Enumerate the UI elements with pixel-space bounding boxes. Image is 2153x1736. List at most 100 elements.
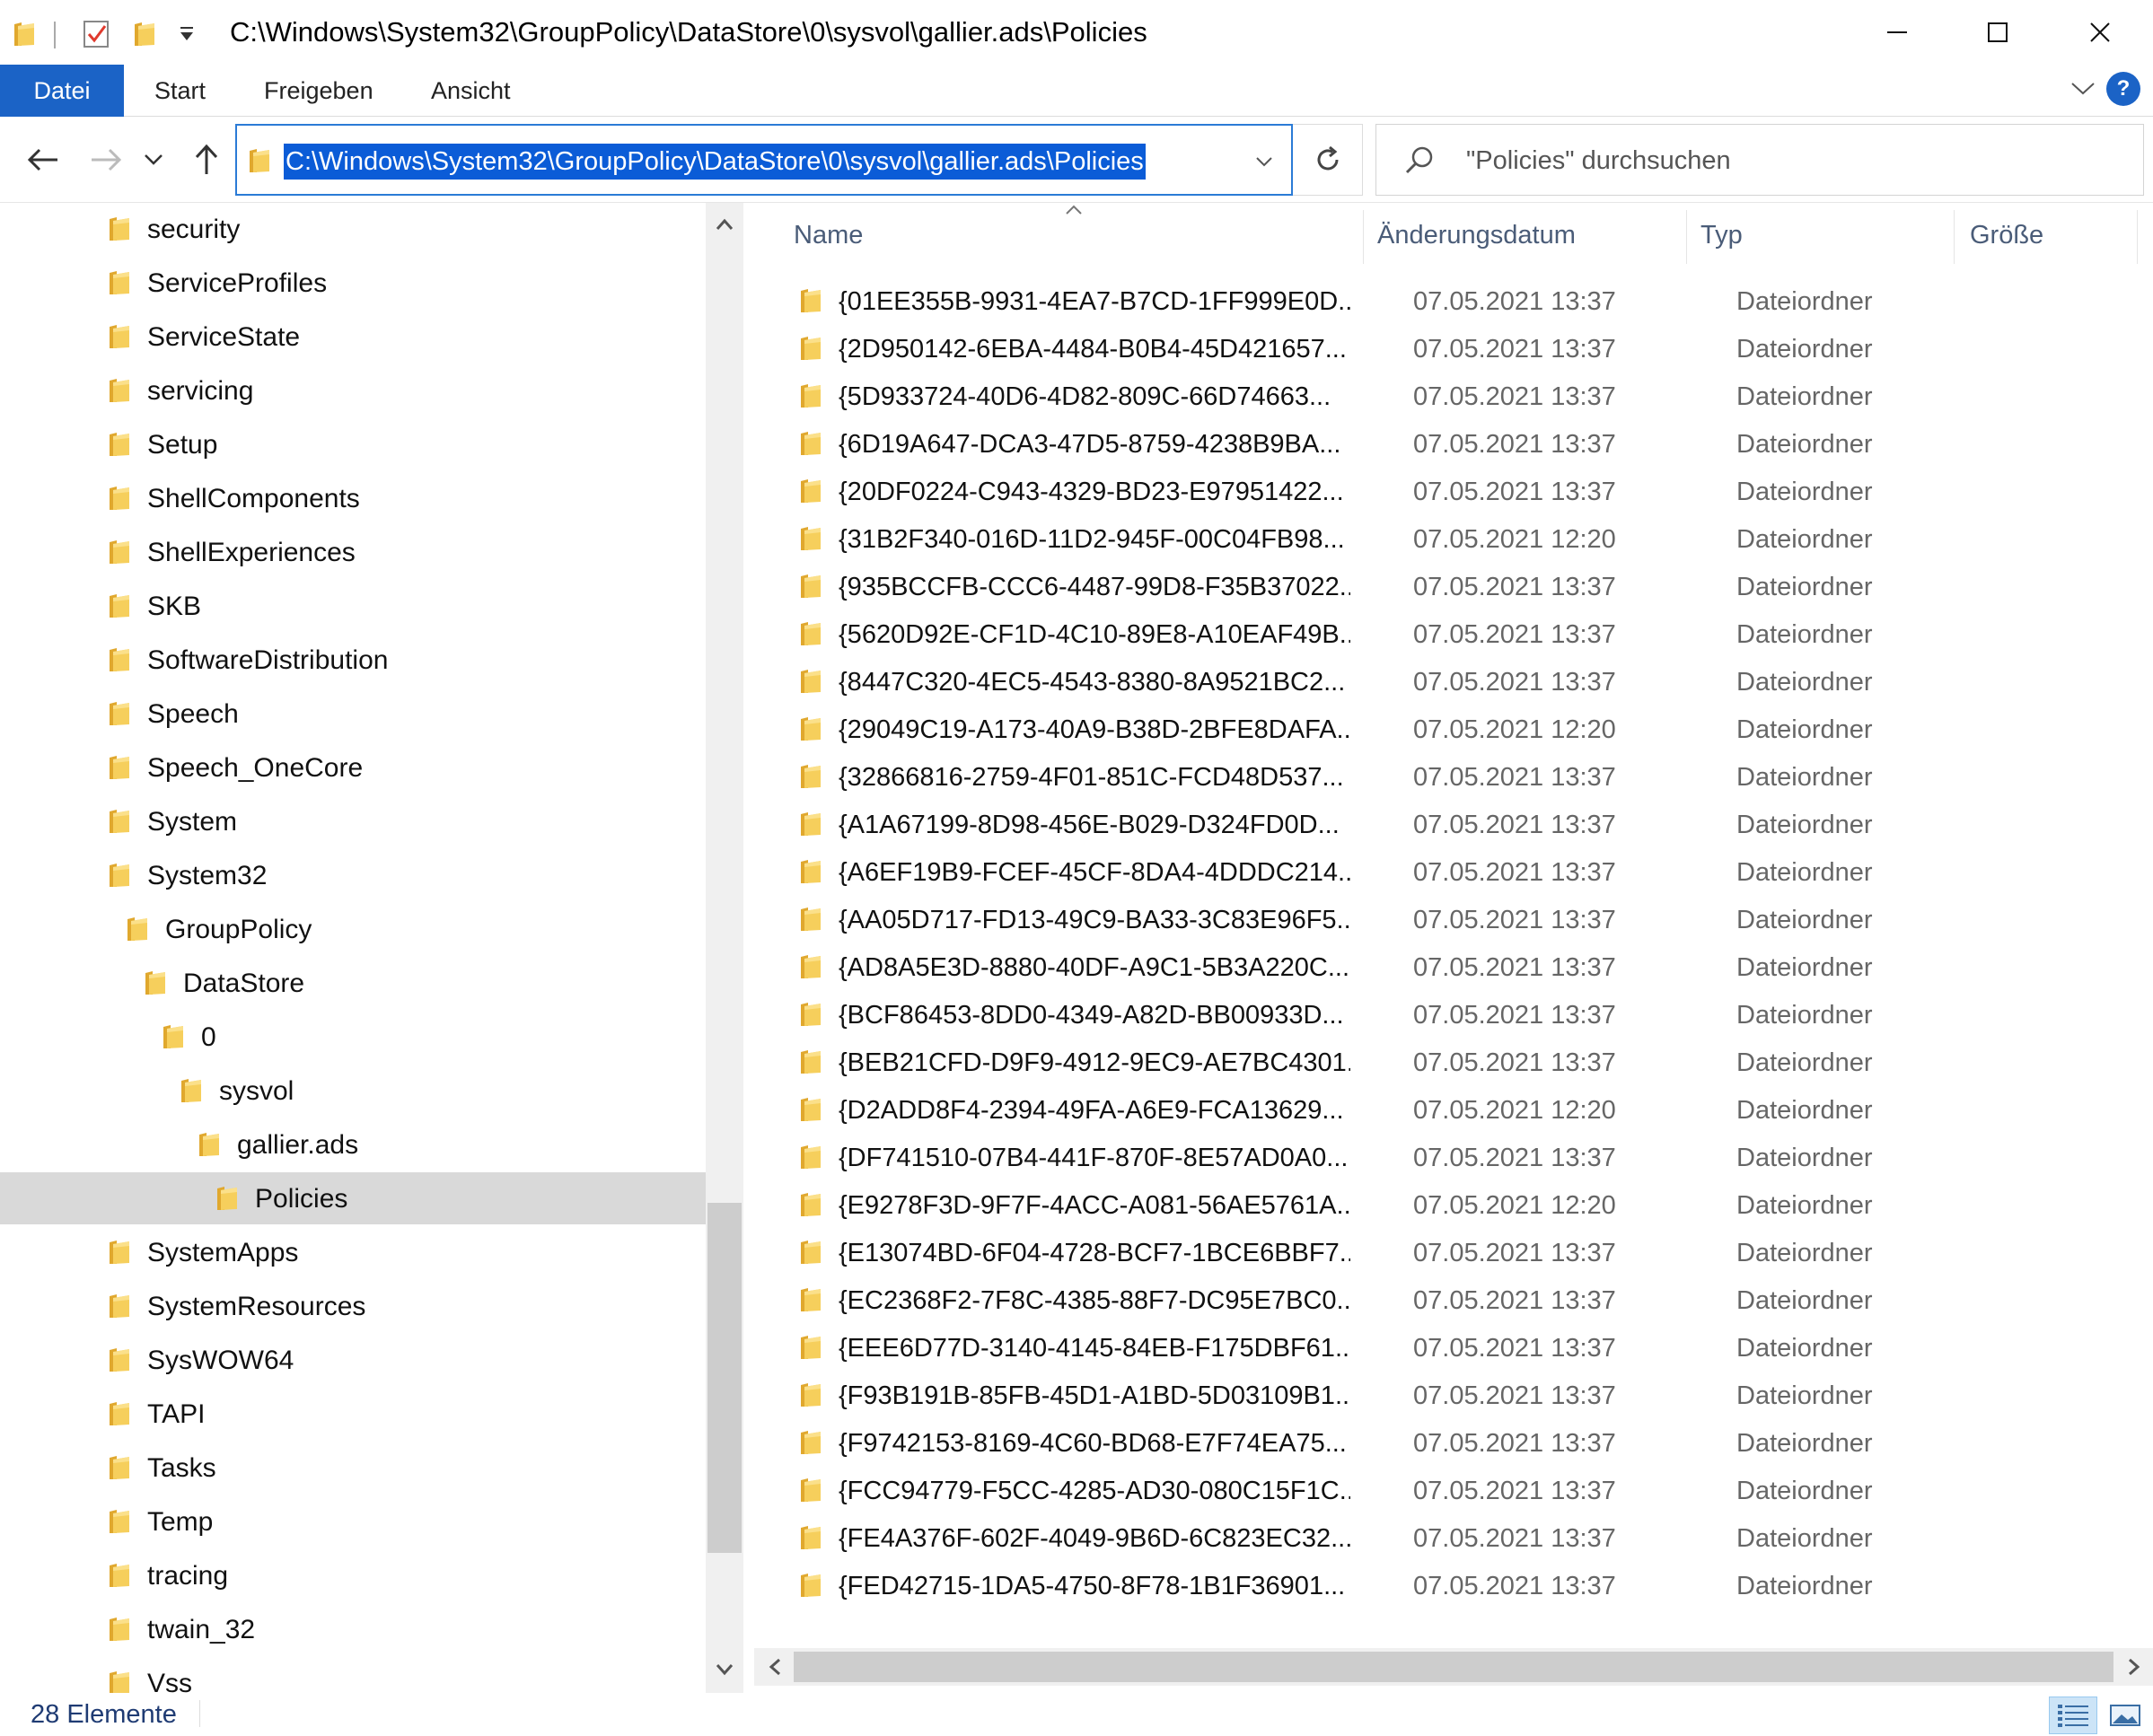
tab-datei[interactable]: Datei bbox=[0, 65, 124, 117]
tree-item[interactable]: ServiceState bbox=[0, 311, 706, 363]
maximize-button[interactable] bbox=[1950, 0, 2045, 65]
tree-item[interactable]: 0 bbox=[0, 1011, 706, 1063]
expand-ribbon-chevron-icon[interactable] bbox=[2069, 74, 2097, 102]
minimize-button[interactable] bbox=[1850, 0, 1945, 65]
tree-item[interactable]: Temp bbox=[0, 1495, 706, 1547]
scroll-left-arrow-icon[interactable] bbox=[756, 1649, 794, 1685]
tree-item[interactable]: System bbox=[0, 795, 706, 847]
navigation-scroll-thumb[interactable] bbox=[707, 1203, 742, 1553]
tree-item[interactable]: Vss bbox=[0, 1657, 706, 1693]
file-row[interactable]: {BCF86453-8DD0-4349-A82D-BB00933D... 07.0… bbox=[790, 992, 2137, 1039]
column-header-name[interactable]: Name bbox=[794, 203, 863, 267]
forward-button[interactable] bbox=[84, 136, 127, 183]
file-row[interactable]: {DF741510-07B4-441F-870F-8E57AD0A0... 07.… bbox=[790, 1135, 2137, 1181]
folder-icon bbox=[799, 620, 822, 647]
new-folder-icon[interactable] bbox=[133, 16, 156, 52]
tree-item[interactable]: DataStore bbox=[0, 957, 706, 1009]
file-row[interactable]: {A6EF19B9-FCEF-45CF-8DA4-4DDDC214... 07.0… bbox=[790, 849, 2137, 896]
file-row[interactable]: {FED42715-1DA5-4750-8F78-1B1F36901... 07.… bbox=[790, 1563, 2137, 1609]
customize-quick-access-icon[interactable] bbox=[178, 16, 196, 52]
large-icons-view-button[interactable] bbox=[2101, 1697, 2149, 1734]
column-divider[interactable] bbox=[1686, 210, 1687, 264]
file-row[interactable]: {AA05D717-FD13-49C9-BA33-3C83E96F5... 07.… bbox=[790, 897, 2137, 943]
file-row[interactable]: {29049C19-A173-40A9-B38D-2BFE8DAFA... 07.… bbox=[790, 706, 2137, 753]
file-row[interactable]: {2D950142-6EBA-4484-B0B4-45D421657... 07.… bbox=[790, 326, 2137, 373]
tree-item[interactable]: SysWOW64 bbox=[0, 1334, 706, 1386]
help-button[interactable]: ? bbox=[2106, 72, 2140, 106]
column-divider[interactable] bbox=[2137, 210, 2138, 264]
file-row[interactable]: {5620D92E-CF1D-4C10-89E8-A10EAF49B... 07.… bbox=[790, 611, 2137, 658]
scroll-right-arrow-icon[interactable] bbox=[2115, 1649, 2153, 1685]
address-dropdown-chevron-icon[interactable] bbox=[1248, 145, 1280, 178]
search-box[interactable]: "Policies" durchsuchen bbox=[1375, 124, 2144, 196]
tab-freigeben[interactable]: Freigeben bbox=[264, 65, 373, 117]
file-row[interactable]: {BEB21CFD-D9F9-4912-9EC9-AE7BC4301... 07.… bbox=[790, 1039, 2137, 1086]
file-row[interactable]: {D2ADD8F4-2394-49FA-A6E9-FCA13629... 07.0… bbox=[790, 1087, 2137, 1134]
file-row[interactable]: {5D933724-40D6-4D82-809C-66D74663... 07.0… bbox=[790, 373, 2137, 420]
properties-icon[interactable] bbox=[81, 16, 113, 52]
file-row[interactable]: {F9742153-8169-4C60-BD68-E7F74EA75... 07.… bbox=[790, 1420, 2137, 1467]
file-row[interactable]: {31B2F340-016D-11D2-945F-00C04FB98... 07.… bbox=[790, 516, 2137, 563]
tree-item[interactable]: Policies bbox=[0, 1172, 706, 1224]
back-button[interactable] bbox=[22, 136, 65, 183]
file-row[interactable]: {AD8A5E3D-8880-40DF-A9C1-5B3A220C... 07.0… bbox=[790, 944, 2137, 991]
column-header-size[interactable]: Größe bbox=[1970, 203, 2043, 267]
tree-item[interactable]: ShellComponents bbox=[0, 472, 706, 524]
tree-item[interactable]: SystemApps bbox=[0, 1226, 706, 1278]
file-row[interactable]: {8447C320-4EC5-4543-8380-8A9521BC2... 07.… bbox=[790, 659, 2137, 706]
file-row[interactable]: {EEE6D77D-3140-4145-84EB-F175DBF61... 07.… bbox=[790, 1325, 2137, 1372]
file-row[interactable]: {A1A67199-8D98-456E-B029-D324FD0D... 07.0… bbox=[790, 802, 2137, 848]
details-view-button[interactable] bbox=[2049, 1697, 2097, 1734]
file-row[interactable]: {E9278F3D-9F7F-4ACC-A081-56AE5761A... 07.… bbox=[790, 1182, 2137, 1229]
scroll-down-arrow-icon[interactable] bbox=[706, 1652, 743, 1688]
tree-item-label: SystemApps bbox=[147, 1238, 299, 1267]
tree-item[interactable]: ShellExperiences bbox=[0, 526, 706, 578]
tree-item[interactable]: System32 bbox=[0, 849, 706, 901]
horizontal-scrollbar[interactable] bbox=[754, 1648, 2153, 1686]
file-row[interactable]: {EC2368F2-7F8C-4385-88F7-DC95E7BC0... 07.… bbox=[790, 1277, 2137, 1324]
tree-item[interactable]: servicing bbox=[0, 364, 706, 416]
tree-item[interactable]: TAPI bbox=[0, 1388, 706, 1440]
horizontal-scroll-thumb[interactable] bbox=[794, 1652, 2113, 1682]
file-row[interactable]: {6D19A647-DCA3-47D5-8759-4238B9BA... 07.0… bbox=[790, 421, 2137, 468]
tab-start[interactable]: Start bbox=[154, 65, 206, 117]
file-row[interactable]: {E13074BD-6F04-4728-BCF7-1BCE6BBF7... 07.… bbox=[790, 1230, 2137, 1276]
column-divider[interactable] bbox=[1363, 210, 1364, 264]
navigation-scrollbar[interactable] bbox=[706, 203, 743, 1693]
file-row[interactable]: {FE4A376F-602F-4049-9B6D-6C823EC32... 07.… bbox=[790, 1515, 2137, 1562]
up-button[interactable] bbox=[185, 136, 228, 183]
file-row[interactable]: {32866816-2759-4F01-851C-FCD48D537... 07.… bbox=[790, 754, 2137, 801]
tree-item[interactable]: Setup bbox=[0, 418, 706, 470]
file-row[interactable]: {01EE355B-9931-4EA7-B7CD-1FF999E0D... 07.… bbox=[790, 278, 2137, 325]
file-row[interactable]: {FCC94779-F5CC-4285-AD30-080C15F1C... 07.… bbox=[790, 1468, 2137, 1514]
tree-item[interactable]: Speech bbox=[0, 688, 706, 740]
tree-item[interactable]: GroupPolicy bbox=[0, 903, 706, 955]
tree-item[interactable]: SKB bbox=[0, 580, 706, 632]
file-row[interactable]: {20DF0224-C943-4329-BD23-E97951422... 07.… bbox=[790, 469, 2137, 515]
tree-item[interactable]: sysvol bbox=[0, 1065, 706, 1117]
tree-item[interactable]: security bbox=[0, 203, 706, 255]
refresh-button[interactable] bbox=[1293, 124, 1363, 196]
tree-item[interactable]: Speech_OneCore bbox=[0, 741, 706, 793]
tree-item[interactable]: SystemResources bbox=[0, 1280, 706, 1332]
close-button[interactable] bbox=[2052, 0, 2148, 65]
file-row[interactable]: {F93B191B-85FB-45D1-A1BD-5D03109B1... 07.… bbox=[790, 1372, 2137, 1419]
recent-locations-chevron-icon[interactable] bbox=[138, 136, 169, 183]
column-divider[interactable] bbox=[1954, 210, 1955, 264]
column-header-type[interactable]: Typ bbox=[1700, 203, 1743, 267]
address-path[interactable]: C:\Windows\System32\GroupPolicy\DataStor… bbox=[284, 144, 1146, 180]
tab-ansicht[interactable]: Ansicht bbox=[431, 65, 511, 117]
column-header-date[interactable]: Änderungsdatum bbox=[1377, 203, 1576, 267]
address-bar[interactable]: C:\Windows\System32\GroupPolicy\DataStor… bbox=[235, 124, 1293, 196]
file-name: {EEE6D77D-3140-4145-84EB-F175DBF61... bbox=[839, 1334, 1350, 1363]
search-input[interactable]: "Policies" durchsuchen bbox=[1466, 141, 1731, 180]
file-type: Dateiordner bbox=[1736, 953, 1873, 982]
file-row[interactable]: {935BCCFB-CCC6-4487-99D8-F35B37022... 07.… bbox=[790, 564, 2137, 610]
tree-item[interactable]: SoftwareDistribution bbox=[0, 634, 706, 686]
tree-item[interactable]: Tasks bbox=[0, 1442, 706, 1494]
scroll-up-arrow-icon[interactable] bbox=[706, 206, 743, 242]
tree-item[interactable]: gallier.ads bbox=[0, 1118, 706, 1170]
tree-item[interactable]: twain_32 bbox=[0, 1603, 706, 1655]
tree-item[interactable]: ServiceProfiles bbox=[0, 257, 706, 309]
tree-item[interactable]: tracing bbox=[0, 1549, 706, 1601]
